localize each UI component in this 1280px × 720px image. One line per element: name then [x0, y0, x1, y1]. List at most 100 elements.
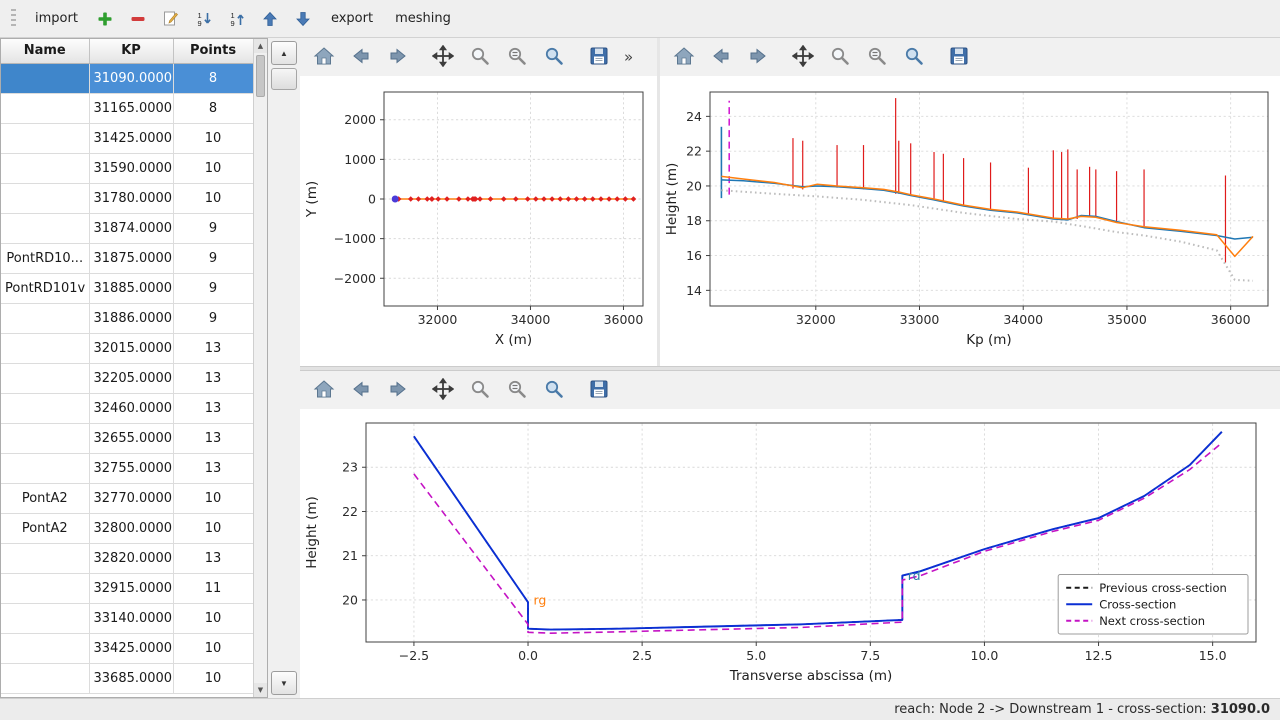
cell-name[interactable] [1, 93, 89, 123]
menu-meshing[interactable]: meshing [385, 7, 461, 30]
cell-points[interactable]: 13 [173, 543, 253, 573]
subplots-button[interactable] [501, 42, 533, 72]
menu-import[interactable]: import [25, 7, 88, 30]
cell-name[interactable] [1, 393, 89, 423]
plan-view-plot[interactable]: 320003400036000−2000−1000010002000X (m)Y… [300, 76, 657, 366]
cell-points[interactable]: 9 [173, 273, 253, 303]
table-row[interactable]: 31780.000010 [1, 183, 253, 213]
cell-kp[interactable]: 32915.0000 [89, 573, 173, 603]
cell-name[interactable] [1, 573, 89, 603]
table-row[interactable]: 31165.00008 [1, 93, 253, 123]
cell-kp[interactable]: 32770.0000 [89, 483, 173, 513]
toolbar-overflow-chevron[interactable]: » [624, 48, 633, 66]
cell-name[interactable]: PontRD101v [1, 273, 89, 303]
panel-scroll-up-button[interactable]: ▲ [271, 41, 297, 65]
table-row[interactable]: PontRD10...31875.00009 [1, 243, 253, 273]
sort-descending-button[interactable]: 19 [222, 4, 253, 34]
cell-points[interactable]: 10 [173, 123, 253, 153]
table-row[interactable]: 32820.000013 [1, 543, 253, 573]
panel-scroll-down-button[interactable]: ▼ [271, 671, 297, 695]
cell-points[interactable]: 10 [173, 513, 253, 543]
forward-button[interactable] [382, 42, 414, 72]
table-row[interactable]: 33140.000010 [1, 603, 253, 633]
cell-name[interactable] [1, 303, 89, 333]
cell-name[interactable] [1, 663, 89, 693]
cell-name[interactable] [1, 153, 89, 183]
cell-kp[interactable]: 31886.0000 [89, 303, 173, 333]
table-row[interactable]: PontRD101v31885.00009 [1, 273, 253, 303]
home-button[interactable] [668, 42, 700, 72]
cell-points[interactable]: 10 [173, 633, 253, 663]
cell-name[interactable]: PontA2 [1, 513, 89, 543]
customize-button[interactable] [898, 42, 930, 72]
cell-kp[interactable]: 31590.0000 [89, 153, 173, 183]
cell-points[interactable]: 13 [173, 363, 253, 393]
cell-points[interactable]: 9 [173, 243, 253, 273]
subplots-button[interactable] [861, 42, 893, 72]
cell-points[interactable]: 13 [173, 333, 253, 363]
table-row[interactable]: 31425.000010 [1, 123, 253, 153]
home-button[interactable] [308, 42, 340, 72]
pan-button[interactable] [427, 375, 459, 405]
cell-kp[interactable]: 31425.0000 [89, 123, 173, 153]
move-down-button[interactable] [288, 4, 319, 34]
table-row[interactable]: PontA232800.000010 [1, 513, 253, 543]
table-scrollbar-thumb[interactable] [256, 55, 265, 97]
cell-name[interactable]: PontRD10... [1, 243, 89, 273]
table-scrollbar-up-arrow[interactable]: ▲ [254, 39, 267, 53]
table-row[interactable]: 32915.000011 [1, 573, 253, 603]
cell-name[interactable] [1, 423, 89, 453]
panel-scroll-thumb[interactable] [271, 68, 297, 90]
cell-name[interactable] [1, 453, 89, 483]
table-row[interactable]: PontA232770.000010 [1, 483, 253, 513]
cell-points[interactable]: 13 [173, 393, 253, 423]
cell-points[interactable]: 10 [173, 483, 253, 513]
home-button[interactable] [308, 375, 340, 405]
table-scrollbar[interactable]: ▲ ▼ [253, 39, 267, 697]
menu-export[interactable]: export [321, 7, 383, 30]
pan-button[interactable] [427, 42, 459, 72]
back-button[interactable] [345, 375, 377, 405]
table-row[interactable]: 31874.00009 [1, 213, 253, 243]
table-row[interactable]: 32015.000013 [1, 333, 253, 363]
forward-button[interactable] [382, 375, 414, 405]
cell-points[interactable]: 8 [173, 93, 253, 123]
table-row[interactable]: 33425.000010 [1, 633, 253, 663]
cell-kp[interactable]: 31165.0000 [89, 93, 173, 123]
longitudinal-profile-plot[interactable]: 3200033000340003500036000141618202224Kp … [660, 76, 1280, 366]
cell-name[interactable] [1, 123, 89, 153]
back-button[interactable] [705, 42, 737, 72]
cell-name[interactable] [1, 603, 89, 633]
cell-kp[interactable]: 31875.0000 [89, 243, 173, 273]
pan-button[interactable] [787, 42, 819, 72]
zoom-button[interactable] [464, 375, 496, 405]
cell-kp[interactable]: 31874.0000 [89, 213, 173, 243]
cell-kp[interactable]: 33425.0000 [89, 633, 173, 663]
table-row[interactable]: 31590.000010 [1, 153, 253, 183]
column-header-points[interactable]: Points [173, 39, 253, 63]
save-button[interactable] [583, 42, 615, 72]
cell-kp[interactable]: 32755.0000 [89, 453, 173, 483]
customize-button[interactable] [538, 375, 570, 405]
cell-name[interactable] [1, 213, 89, 243]
zoom-button[interactable] [464, 42, 496, 72]
cell-kp[interactable]: 31885.0000 [89, 273, 173, 303]
cell-points[interactable]: 10 [173, 603, 253, 633]
cell-points[interactable]: 10 [173, 183, 253, 213]
cell-name[interactable] [1, 183, 89, 213]
table-row[interactable]: 31886.00009 [1, 303, 253, 333]
column-header-kp[interactable]: KP [89, 39, 173, 63]
forward-button[interactable] [742, 42, 774, 72]
save-button[interactable] [943, 42, 975, 72]
customize-button[interactable] [538, 42, 570, 72]
add-button[interactable] [90, 4, 121, 34]
cell-kp[interactable]: 32800.0000 [89, 513, 173, 543]
cell-kp[interactable]: 32655.0000 [89, 423, 173, 453]
cell-kp[interactable]: 33140.0000 [89, 603, 173, 633]
column-header-name[interactable]: Name [1, 39, 89, 63]
back-button[interactable] [345, 42, 377, 72]
move-up-button[interactable] [255, 4, 286, 34]
cell-name[interactable] [1, 63, 89, 93]
cell-name[interactable] [1, 543, 89, 573]
cell-points[interactable]: 10 [173, 153, 253, 183]
